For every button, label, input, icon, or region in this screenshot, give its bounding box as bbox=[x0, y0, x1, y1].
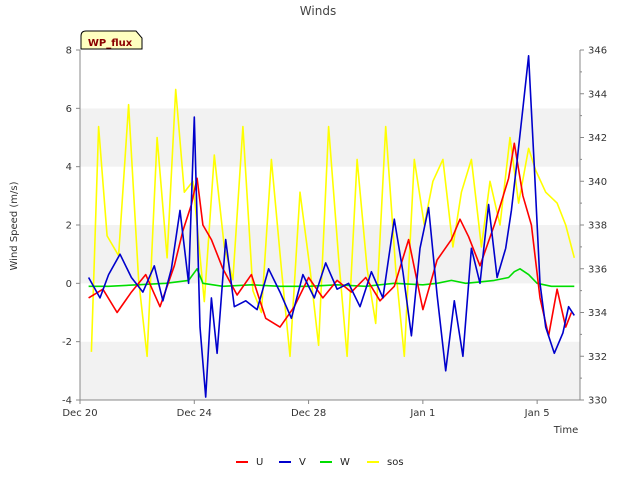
y2-tick-label: 334 bbox=[588, 308, 607, 319]
y2-tick-label: 340 bbox=[588, 177, 607, 188]
y2-tick-label: 338 bbox=[588, 221, 607, 232]
x-tick-label: Dec 20 bbox=[62, 408, 97, 419]
x-tick-label: Dec 28 bbox=[291, 408, 326, 419]
y-tick-label: 4 bbox=[66, 162, 72, 173]
chart-title: Winds bbox=[300, 4, 336, 18]
y-tick-label: 6 bbox=[66, 104, 72, 115]
grid-bands bbox=[80, 50, 580, 400]
legend-label-w: W bbox=[340, 457, 350, 468]
y2-tick-label: 344 bbox=[588, 89, 607, 100]
y-tick-label: -4 bbox=[62, 396, 72, 407]
y-tick-label: 2 bbox=[66, 221, 72, 232]
y-tick-label: 8 bbox=[66, 46, 72, 57]
badge-label: WP_flux bbox=[88, 38, 133, 49]
y2-tick-label: 336 bbox=[588, 264, 607, 275]
y2-tick-label: 342 bbox=[588, 133, 607, 144]
y2-tick-label: 332 bbox=[588, 352, 607, 363]
y-tick-label: -2 bbox=[62, 337, 72, 348]
winds-chart: -4 -2 0 2 4 6 8 330 332 334 336 338 340 342 344 346 Dec … bbox=[0, 0, 640, 480]
wp-flux-badge: WP_flux bbox=[80, 30, 143, 50]
x-tick-label: Dec 24 bbox=[177, 408, 212, 419]
y-axis-title: Wind Speed (m/s) bbox=[9, 181, 20, 270]
legend-label-sos: sos bbox=[387, 457, 404, 468]
y-tick-label: 0 bbox=[66, 279, 72, 290]
y2-tick-label: 330 bbox=[588, 396, 607, 407]
grid-band bbox=[80, 341, 580, 400]
x-tick-label: Jan 5 bbox=[524, 408, 550, 419]
y2-tick-label: 346 bbox=[588, 46, 607, 57]
legend-label-u: U bbox=[256, 457, 263, 468]
grid-band bbox=[80, 50, 580, 109]
grid-band bbox=[80, 283, 580, 342]
x-tick-label: Jan 1 bbox=[409, 408, 435, 419]
x-axis-title: Time bbox=[553, 425, 578, 436]
legend-label-v: V bbox=[299, 457, 306, 468]
